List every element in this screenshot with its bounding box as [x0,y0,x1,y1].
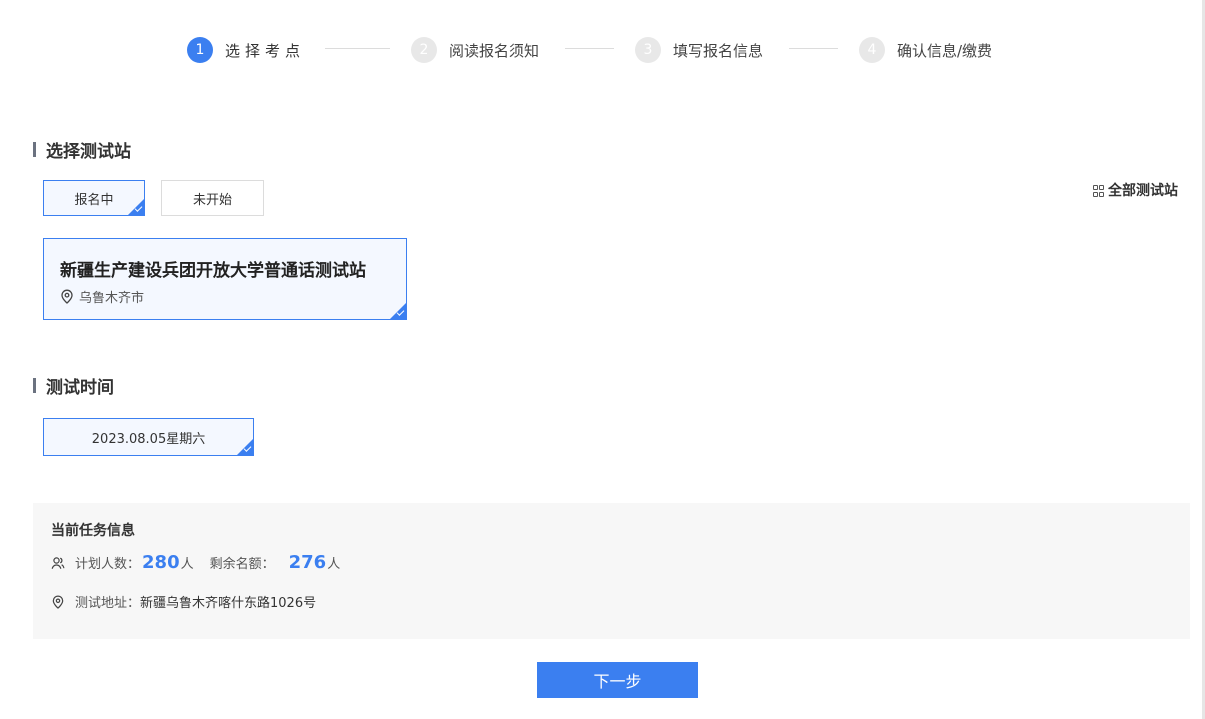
next-step-button[interactable]: 下一步 [537,662,698,698]
users-icon [51,556,65,569]
task-info-panel: 当前任务信息 计划人数： 280 人 剩余名额： 276 人 测试地址： 新疆乌… [33,503,1190,639]
step-connector [325,48,390,49]
step-connector [789,48,838,49]
planned-count: 280 [142,552,180,573]
address-value: 新疆乌鲁木齐喀什东路1026号 [140,596,317,611]
section-title-time: 测试时间 [33,374,114,398]
step-number: 1 [187,37,213,63]
address-row: 测试地址： 新疆乌鲁木齐喀什东路1026号 [51,592,316,611]
date-option[interactable]: 2023.08.05星期六 [43,418,254,456]
step-number: 3 [635,37,661,63]
remaining-count: 276 [288,552,327,573]
step-3: 3 填写报名信息 [635,37,763,63]
step-label: 填写报名信息 [673,41,764,60]
station-city-text: 乌鲁木齐市 [79,291,145,306]
section-title-text: 测试时间 [46,377,114,398]
step-label: 确认信息/缴费 [897,41,993,60]
location-pin-icon [61,289,73,304]
all-stations-link[interactable]: 全部测试站 [1093,181,1178,199]
check-icon [128,199,144,215]
progress-steps: 1 选择考点 2 阅读报名须知 3 填写报名信息 4 确认信息/缴费 [0,37,1205,63]
step-label: 选择考点 [225,41,306,60]
step-number: 4 [859,37,885,63]
station-card[interactable]: 新疆生产建设兵团开放大学普通话测试站 乌鲁木齐市 [43,238,407,320]
planned-label: 计划人数： [75,557,141,572]
step-4: 4 确认信息/缴费 [859,37,992,63]
step-number: 2 [411,37,437,63]
step-1: 1 选择考点 [187,37,305,63]
check-icon [237,439,253,455]
station-city: 乌鲁木齐市 [60,287,144,306]
filter-tab-not-started[interactable]: 未开始 [161,180,264,216]
task-info-title: 当前任务信息 [51,523,135,539]
address-label: 测试地址： [75,596,141,611]
remaining-unit: 人 [327,557,341,572]
remaining-label: 剩余名额： [209,557,275,572]
check-icon [390,303,406,319]
date-option-label: 2023.08.05星期六 [91,431,206,447]
step-2: 2 阅读报名须知 [411,37,539,63]
all-stations-label: 全部测试站 [1108,183,1178,199]
quota-row: 计划人数： 280 人 剩余名额： 276 人 [51,552,340,573]
title-accent-bar [33,377,36,393]
title-accent-bar [33,141,36,157]
filter-tab-registering[interactable]: 报名中 [43,180,145,216]
step-label: 阅读报名须知 [449,41,540,60]
station-name: 新疆生产建设兵团开放大学普通话测试站 [60,261,366,281]
location-pin-icon [52,595,64,609]
section-title-text: 选择测试站 [46,141,131,162]
filter-tab-label: 未开始 [192,192,232,208]
planned-unit: 人 [180,557,194,572]
section-title-station: 选择测试站 [33,138,131,162]
step-connector [565,48,614,49]
grid-icon [1093,185,1104,197]
filter-tab-label: 报名中 [74,192,114,208]
